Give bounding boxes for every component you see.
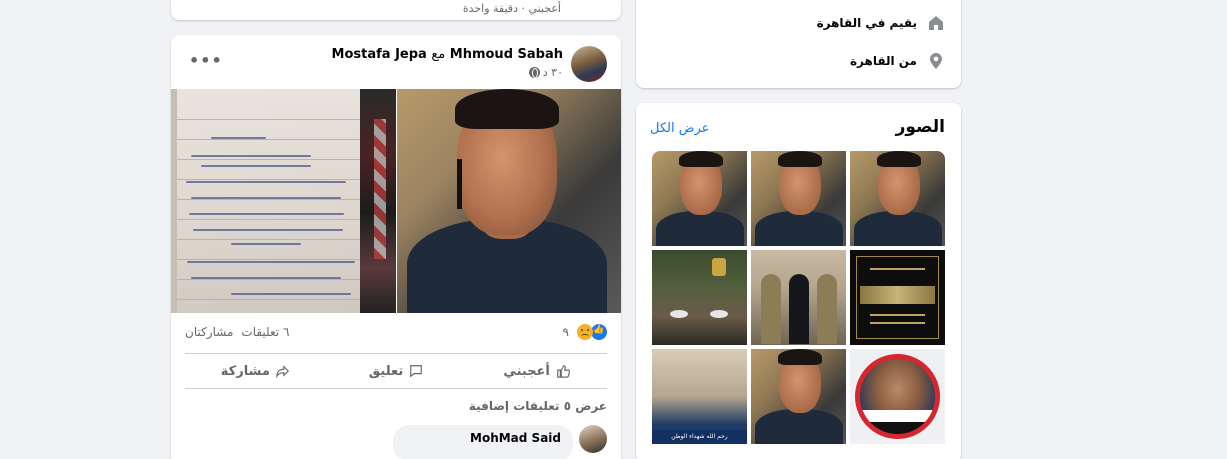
commenter-avatar[interactable] <box>579 425 607 453</box>
photo-thumb[interactable] <box>850 250 945 345</box>
post-photo-selfie[interactable] <box>397 89 621 313</box>
post-timestamp[interactable]: ٣٠ د <box>528 66 563 79</box>
thumbs-up-icon <box>557 365 570 378</box>
post-card: Mhmoud Sabah مع Mostafa Jepa ٣٠ د ••• 👍 … <box>171 35 621 459</box>
see-all-photos-link[interactable]: عرض الكل <box>650 121 709 136</box>
photo-thumb[interactable] <box>751 250 846 345</box>
comments-count[interactable]: ٦ تعليقات <box>241 325 289 339</box>
more-options-button[interactable]: ••• <box>189 51 223 70</box>
home-icon <box>929 16 943 30</box>
photos-card: الصور عرض الكل رحم الله شهداء الوطن <box>636 103 961 459</box>
post-author-line: Mhmoud Sabah مع Mostafa Jepa <box>332 47 563 62</box>
photos-title[interactable]: الصور <box>896 117 945 137</box>
photo-thumb[interactable] <box>850 151 945 246</box>
reaction-count: ٩ <box>562 325 569 339</box>
comment-icon <box>410 365 423 378</box>
commenter-name[interactable]: MohMad Said <box>405 431 561 445</box>
share-arrow-icon <box>276 365 289 378</box>
author-name[interactable]: Mhmoud Sabah <box>450 47 563 62</box>
previous-post-card: أعجبني · دقيقة واحدة <box>171 0 621 20</box>
photo-thumb[interactable] <box>850 349 945 444</box>
photo-thumb[interactable] <box>652 151 747 246</box>
with-label: مع <box>431 47 446 62</box>
author-avatar[interactable] <box>571 46 607 82</box>
photo-thumb[interactable] <box>652 250 747 345</box>
like-reaction-icon <box>591 324 607 340</box>
engagement-counts: ٦ تعليقات مشاركتان <box>185 325 289 339</box>
share-button[interactable]: مشاركة <box>185 354 326 388</box>
post-header: Mhmoud Sabah مع Mostafa Jepa ٣٠ د ••• <box>171 35 621 89</box>
photo-thumb[interactable] <box>751 349 846 444</box>
photo-thumb[interactable] <box>751 151 846 246</box>
tagged-name[interactable]: Mostafa Jepa <box>332 47 427 62</box>
reactions[interactable]: ٩ <box>563 324 607 340</box>
post-actions: أعجبني تعليق مشاركة <box>185 353 607 389</box>
photos-grid: رحم الله شهداء الوطن <box>650 151 945 444</box>
from-item: من القاهرة <box>850 52 945 70</box>
memorial-caption: رحم الله شهداء الوطن <box>652 430 747 444</box>
sad-reaction-icon <box>577 324 593 340</box>
shares-count[interactable]: مشاركتان <box>185 325 233 339</box>
reactions-summary: ٩ ٦ تعليقات مشاركتان <box>185 321 607 343</box>
comment-bubble: MohMad Said <box>393 425 573 459</box>
comment-button[interactable]: تعليق <box>326 354 467 388</box>
previous-post-meta: أعجبني · دقيقة واحدة <box>462 2 561 15</box>
view-more-comments-link[interactable]: عرض ٥ تعليقات إضافية <box>469 399 607 413</box>
intro-card: يقيم في القاهرة من القاهرة <box>636 0 961 88</box>
like-button[interactable]: أعجبني <box>466 354 607 388</box>
location-pin-icon <box>930 53 942 69</box>
comment: MohMad Said <box>393 425 607 459</box>
lives-in-item: يقيم في القاهرة <box>817 14 945 32</box>
photo-thumb[interactable]: رحم الله شهداء الوطن <box>652 349 747 444</box>
post-photo-letter[interactable] <box>171 89 396 313</box>
post-photos <box>171 89 621 313</box>
globe-icon <box>528 67 540 78</box>
